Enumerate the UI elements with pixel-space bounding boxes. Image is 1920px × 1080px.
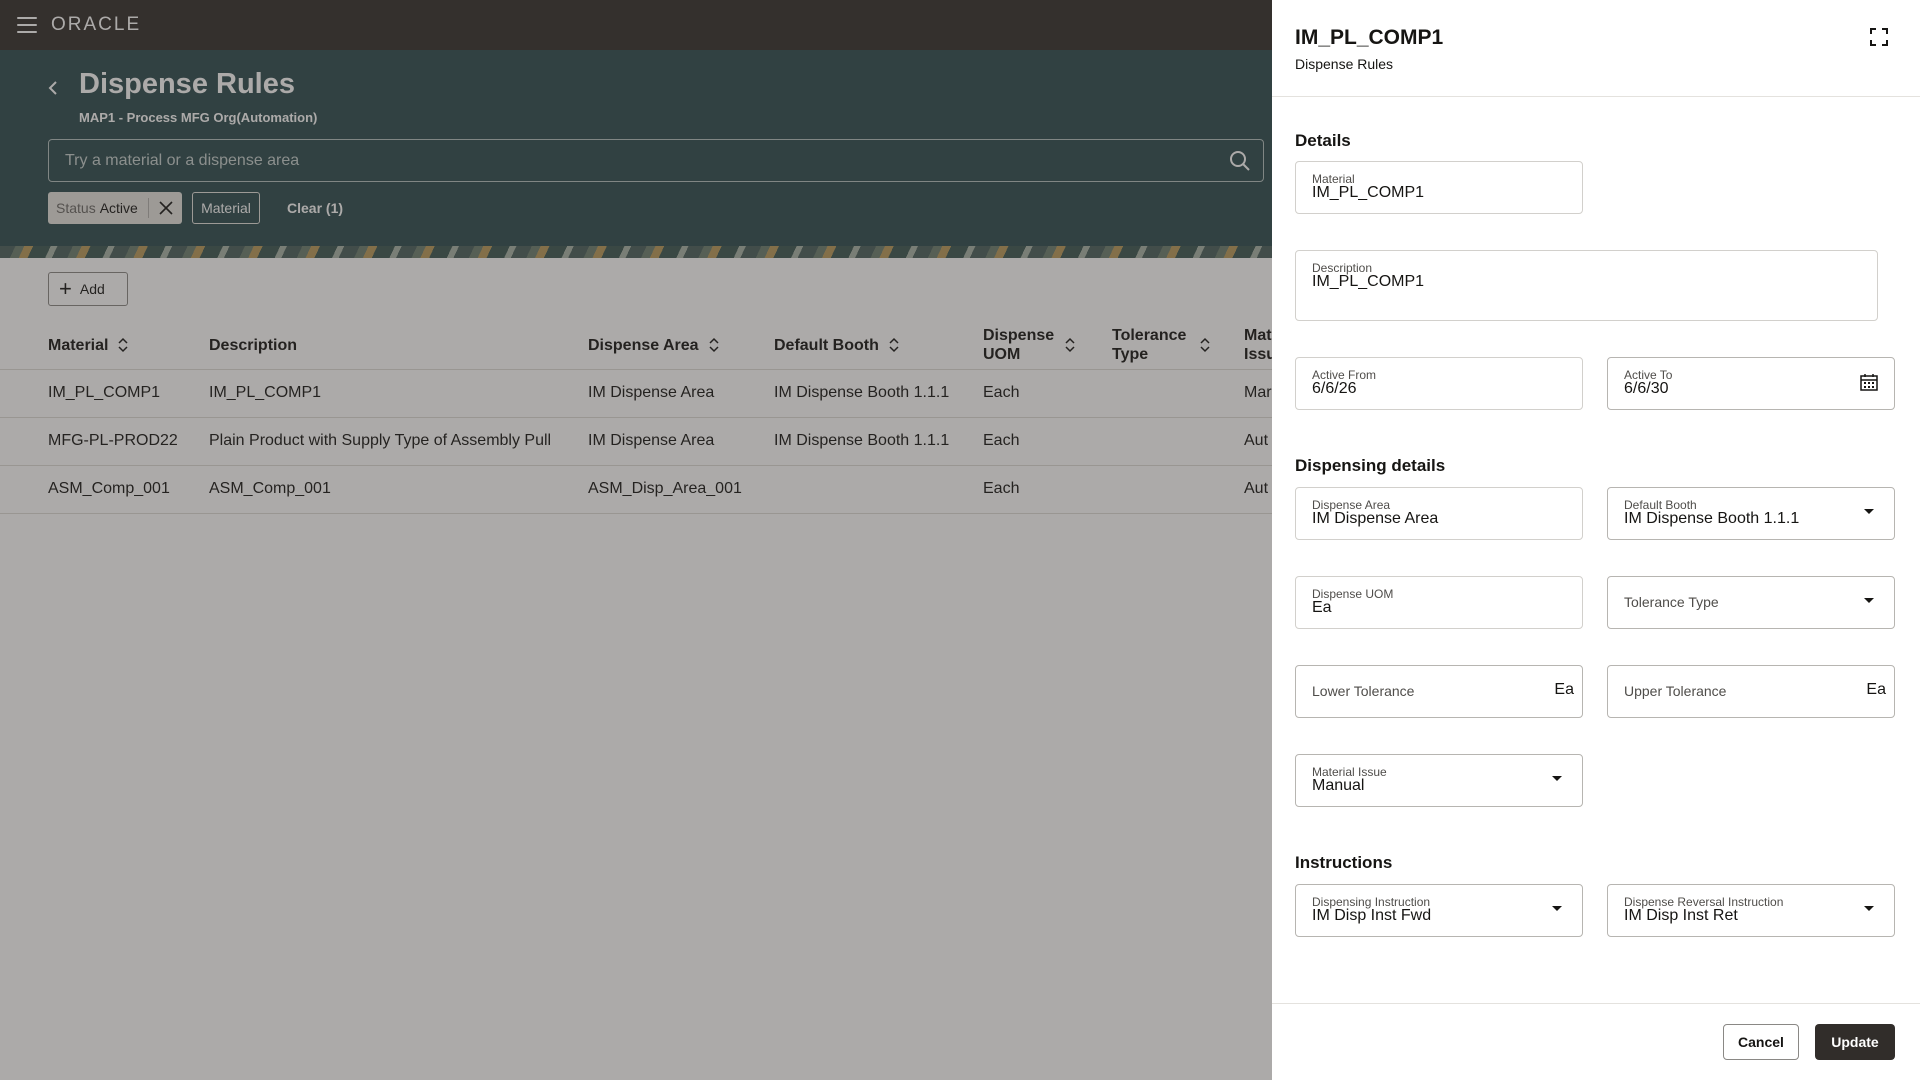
- default-booth-select[interactable]: Default Booth IM Dispense Booth 1.1.1: [1607, 487, 1895, 540]
- drawer-footer-divider: [1272, 1003, 1920, 1004]
- lower-tolerance-input[interactable]: Lower Tolerance Ea: [1295, 665, 1583, 718]
- dispensing-instruction-select[interactable]: Dispensing Instruction IM Disp Inst Fwd: [1295, 884, 1583, 937]
- drawer-subtitle: Dispense Rules: [1295, 56, 1394, 72]
- dispense-area-field: Dispense Area IM Dispense Area: [1295, 487, 1583, 540]
- chevron-down-icon[interactable]: [1864, 906, 1874, 911]
- cancel-button[interactable]: Cancel: [1723, 1024, 1799, 1060]
- drawer-title: IM_PL_COMP1: [1295, 26, 1444, 49]
- chevron-down-icon[interactable]: [1864, 509, 1874, 514]
- active-to-field[interactable]: Active To 6/6/30: [1607, 357, 1895, 410]
- chevron-down-icon[interactable]: [1864, 598, 1874, 603]
- expand-icon[interactable]: [1870, 28, 1888, 46]
- section-details: Details: [1295, 131, 1351, 150]
- active-from-field: Active From 6/6/26: [1295, 357, 1583, 410]
- chevron-down-icon[interactable]: [1552, 776, 1562, 781]
- modal-overlay[interactable]: [0, 0, 1272, 1080]
- section-dispensing-details: Dispensing details: [1295, 456, 1446, 475]
- edit-drawer: IM_PL_COMP1 Dispense Rules Details Mater…: [1272, 0, 1920, 1080]
- lower-tolerance-unit: Ea: [1554, 681, 1574, 698]
- material-field: Material IM_PL_COMP1: [1295, 161, 1583, 214]
- dispense-uom-field: Dispense UOM Ea: [1295, 576, 1583, 629]
- upper-tolerance-input[interactable]: Upper Tolerance Ea: [1607, 665, 1895, 718]
- description-field: Description IM_PL_COMP1: [1295, 250, 1878, 321]
- section-instructions: Instructions: [1295, 853, 1393, 872]
- drawer-header-divider: [1272, 96, 1920, 97]
- dispense-reversal-instruction-select[interactable]: Dispense Reversal Instruction IM Disp In…: [1607, 884, 1895, 937]
- material-issue-select[interactable]: Material Issue Manual: [1295, 754, 1583, 807]
- calendar-icon[interactable]: [1860, 373, 1878, 391]
- tolerance-type-select[interactable]: Tolerance Type: [1607, 576, 1895, 629]
- upper-tolerance-unit: Ea: [1866, 681, 1886, 698]
- chevron-down-icon[interactable]: [1552, 906, 1562, 911]
- update-button[interactable]: Update: [1815, 1024, 1895, 1060]
